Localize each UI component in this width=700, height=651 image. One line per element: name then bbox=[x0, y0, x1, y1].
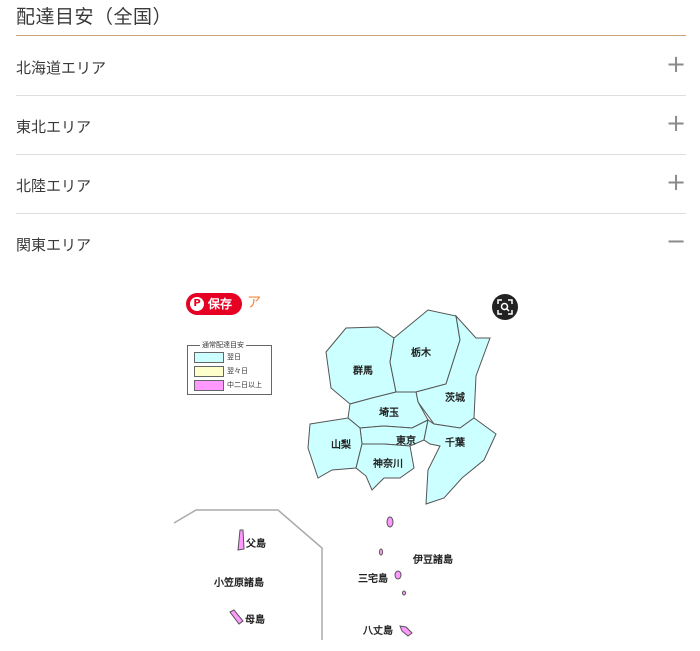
island-hachijo bbox=[399, 625, 413, 637]
label-gunma: 群馬 bbox=[353, 366, 373, 377]
label-yamanashi: 山梨 bbox=[331, 440, 351, 451]
island-chichijima bbox=[237, 529, 245, 551]
label-saitama: 埼玉 bbox=[379, 408, 399, 419]
label-ogasawara: 小笠原諸島 bbox=[214, 578, 264, 589]
label-hachijo: 八丈島 bbox=[363, 626, 393, 637]
island-toshima bbox=[379, 548, 383, 556]
region-tochigi bbox=[389, 309, 461, 393]
title-divider bbox=[16, 35, 686, 36]
accordion-kanto[interactable]: 関東エリア − bbox=[16, 214, 686, 273]
region-ibaraki bbox=[415, 314, 491, 429]
map-partial-caption: ア bbox=[247, 295, 261, 311]
legend-swatch-three-plus-days bbox=[194, 380, 224, 391]
legend-label: 翌日 bbox=[227, 353, 241, 361]
label-tokyo: 東京 bbox=[396, 436, 416, 447]
island-hahajima bbox=[229, 609, 244, 625]
label-izu: 伊豆諸島 bbox=[413, 555, 453, 566]
accordion-hokkaido[interactable]: 北海道エリア + bbox=[16, 37, 686, 96]
minus-icon[interactable]: − bbox=[666, 227, 686, 255]
region-saitama bbox=[347, 391, 429, 429]
island-miyake bbox=[394, 570, 402, 580]
island-mikura bbox=[402, 590, 406, 596]
ogasawara-inset-frame bbox=[173, 509, 323, 640]
visual-search-button[interactable] bbox=[492, 294, 518, 320]
legend-label: 中二日以上 bbox=[227, 381, 262, 389]
accordion-hokuriku[interactable]: 北陸エリア + bbox=[16, 155, 686, 214]
label-chichijima: 父島 bbox=[246, 539, 266, 550]
plus-icon[interactable]: + bbox=[666, 50, 686, 78]
accordion-label: 関東エリア bbox=[16, 236, 92, 254]
legend-swatch-two-days bbox=[194, 366, 224, 377]
accordion-label: 東北エリア bbox=[16, 118, 92, 136]
pinterest-icon: P bbox=[190, 297, 204, 311]
label-ibaraki: 茨城 bbox=[445, 393, 465, 404]
lens-search-icon bbox=[497, 299, 513, 315]
label-tochigi: 栃木 bbox=[411, 348, 431, 359]
save-label: 保存 bbox=[208, 297, 233, 311]
island-oshima bbox=[386, 516, 394, 528]
region-gunma bbox=[325, 326, 397, 405]
plus-icon[interactable]: + bbox=[666, 109, 686, 137]
accordion-label: 北海道エリア bbox=[16, 59, 107, 77]
region-kanagawa bbox=[355, 443, 415, 491]
pinterest-save-button[interactable]: P 保存 bbox=[186, 293, 242, 315]
legend-title: 通常配達目安 bbox=[200, 340, 246, 350]
plus-icon[interactable]: + bbox=[666, 168, 686, 196]
legend-swatch-next-day bbox=[194, 352, 224, 363]
region-tokyo bbox=[359, 419, 429, 447]
region-yamanashi bbox=[307, 417, 363, 479]
label-miyake: 三宅島 bbox=[358, 574, 388, 585]
label-kanagawa: 神奈川 bbox=[373, 459, 403, 470]
region-chiba bbox=[423, 417, 497, 505]
map-legend: 通常配達目安 翌日 翌々日 中二日以上 bbox=[187, 340, 272, 395]
accordion-tohoku[interactable]: 東北エリア + bbox=[16, 96, 686, 155]
page-title: 配達目安（全国） bbox=[16, 6, 173, 28]
legend-label: 翌々日 bbox=[227, 367, 248, 375]
label-chiba: 千葉 bbox=[445, 438, 465, 449]
label-hahajima: 母島 bbox=[245, 615, 265, 626]
accordion-label: 北陸エリア bbox=[16, 177, 92, 195]
